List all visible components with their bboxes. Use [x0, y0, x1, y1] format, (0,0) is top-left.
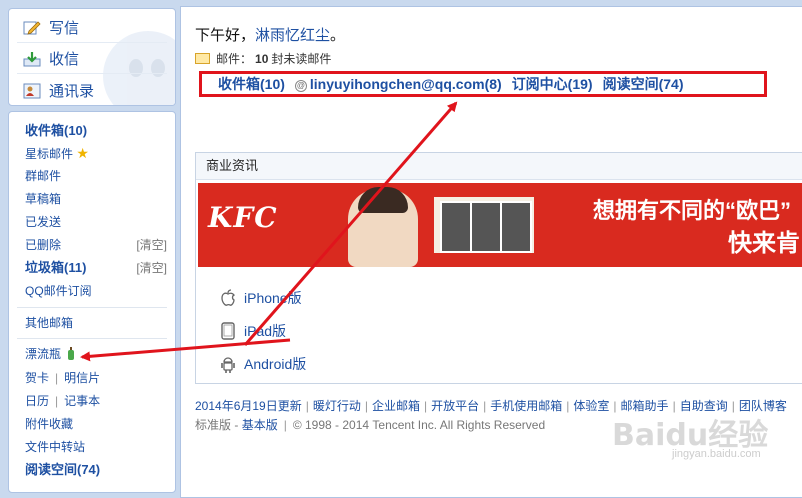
- quick-actions-panel: 写信 收信 通讯录: [8, 8, 176, 106]
- folder-account-label: linyuyihongchen@qq.com(8): [309, 76, 502, 92]
- ad-subheadline: 快来肯: [728, 230, 800, 257]
- folder-shortcuts-highlight: 收件箱(10) @ linyuyihongchen@qq.com(8) 订阅中心(…: [199, 71, 767, 97]
- footer-link[interactable]: 体验室: [573, 399, 609, 413]
- divider: [17, 42, 167, 43]
- ad-card: [500, 201, 532, 253]
- download-ipad-link[interactable]: iPad版: [220, 321, 286, 341]
- folder-nav: 收件箱(10) 星标邮件 ★ 群邮件 草稿箱 已发送 已删除 [清空] 垃圾箱(…: [8, 111, 176, 493]
- nav-attachments[interactable]: 附件收藏: [25, 414, 167, 434]
- separator: |: [55, 394, 59, 408]
- user-nickname[interactable]: 淋雨忆红尘: [255, 27, 330, 44]
- nav-subscription[interactable]: QQ邮件订阅: [25, 281, 167, 301]
- nav-greeting-card[interactable]: 贺卡: [25, 371, 49, 385]
- receive-label: 收信: [49, 51, 80, 68]
- kfc-ad-banner[interactable]: KFC 想拥有不同的“欧巴” 快来肯: [198, 183, 802, 267]
- nav-notes[interactable]: 记事本: [64, 394, 100, 408]
- clear-deleted-link[interactable]: [清空]: [136, 235, 167, 255]
- nav-card-row: 贺卡 | 明信片: [25, 368, 167, 388]
- inbox-download-icon: [23, 51, 41, 67]
- nav-group-mail[interactable]: 群邮件: [25, 166, 167, 186]
- separator: |: [364, 399, 368, 413]
- tablet-icon: [220, 322, 236, 340]
- nav-drafts[interactable]: 草稿箱: [25, 189, 167, 209]
- nav-calendar-row: 日历 | 记事本: [25, 391, 167, 411]
- nav-starred[interactable]: 星标邮件 ★: [25, 143, 167, 163]
- unread-suffix: 封未读邮件: [271, 52, 332, 66]
- nav-drift-bottle[interactable]: 漂流瓶: [25, 344, 167, 364]
- download-android-label: Android版: [244, 356, 307, 372]
- ad-person-image: [348, 187, 418, 267]
- kfc-logo: KFC: [208, 201, 278, 234]
- unread-count[interactable]: 10: [255, 52, 268, 66]
- ad-cards-image: [434, 197, 534, 253]
- divider: [17, 338, 167, 339]
- greeting: 下午好，淋雨忆红尘。: [195, 24, 345, 45]
- folder-subscription-link[interactable]: 订阅中心(19): [512, 74, 593, 94]
- footer-link[interactable]: 企业邮箱: [372, 399, 420, 413]
- business-news-panel: 商业资讯 KFC 想拥有不同的“欧巴” 快来肯 iPhone版 iPad版 An…: [195, 152, 802, 384]
- footer-link[interactable]: 暖灯行动: [313, 399, 361, 413]
- footer-link[interactable]: 手机使用邮箱: [490, 399, 562, 413]
- separator: |: [424, 399, 428, 413]
- download-iphone-label: iPhone版: [244, 290, 302, 306]
- folder-account-link[interactable]: @ linyuyihongchen@qq.com(8): [294, 76, 502, 92]
- download-ipad-label: iPad版: [244, 323, 287, 339]
- nav-file-transfer[interactable]: 文件中转站: [25, 437, 167, 457]
- contacts-label: 通讯录: [49, 83, 95, 100]
- footer-update-date[interactable]: 2014年6月19日更新: [195, 399, 302, 413]
- separator: |: [566, 399, 570, 413]
- nav-postcard[interactable]: 明信片: [64, 371, 100, 385]
- at-icon: @: [294, 80, 307, 92]
- separator: |: [483, 399, 487, 413]
- contacts-icon: [23, 83, 41, 99]
- copyright-text: © 1998 - 2014 Tencent Inc. All Rights Re…: [292, 418, 546, 432]
- standard-version-link[interactable]: 标准版: [195, 418, 231, 432]
- ad-card: [470, 201, 502, 253]
- download-iphone-link[interactable]: iPhone版: [220, 288, 302, 308]
- nav-spam[interactable]: 垃圾箱(11) [清空]: [25, 258, 167, 278]
- business-news-title: 商业资讯: [196, 153, 802, 180]
- footer-link[interactable]: 开放平台: [431, 399, 479, 413]
- ad-headline: 想拥有不同的“欧巴”: [593, 198, 792, 223]
- bottle-icon: [64, 347, 75, 361]
- nav-deleted[interactable]: 已删除 [清空]: [25, 235, 167, 255]
- folder-reading-link[interactable]: 阅读空间(74): [603, 74, 684, 94]
- basic-version-link[interactable]: 基本版: [242, 418, 278, 432]
- nav-reading-space[interactable]: 阅读空间(74): [25, 460, 167, 480]
- android-icon: [220, 355, 236, 373]
- pencil-icon: [23, 20, 41, 36]
- download-android-link[interactable]: Android版: [220, 354, 306, 374]
- nav-other-mailbox[interactable]: 其他邮箱: [25, 313, 167, 333]
- clear-spam-link[interactable]: [清空]: [136, 258, 167, 278]
- receive-button[interactable]: 收信: [23, 48, 79, 69]
- nav-inbox[interactable]: 收件箱(10): [25, 121, 167, 141]
- separator: |: [283, 418, 287, 432]
- unread-status: 邮件： 10 封未读邮件: [195, 50, 331, 67]
- compose-button[interactable]: 写信: [23, 17, 79, 38]
- star-icon: ★: [76, 145, 89, 161]
- greeting-prefix: 下午好，: [195, 27, 256, 44]
- nav-calendar[interactable]: 日历: [25, 394, 49, 408]
- separator: |: [55, 371, 59, 385]
- nav-drift-bottle-label: 漂流瓶: [25, 347, 62, 361]
- footer-copyright-row: 标准版 - 基本版 | © 1998 - 2014 Tencent Inc. All…: [195, 418, 546, 432]
- greeting-suffix: 。: [330, 27, 346, 44]
- contacts-button[interactable]: 通讯录: [23, 80, 94, 101]
- apple-icon: [220, 289, 236, 307]
- ad-card: [440, 201, 472, 253]
- nav-starred-label: 星标邮件: [25, 147, 74, 161]
- baidu-watermark-url: jingyan.baidu.com: [672, 448, 761, 460]
- envelope-icon: [195, 53, 210, 64]
- divider: [17, 73, 167, 74]
- divider: [17, 307, 167, 308]
- nav-deleted-label: 已删除: [25, 238, 62, 252]
- nav-spam-label: 垃圾箱(11): [25, 260, 87, 275]
- nav-sent[interactable]: 已发送: [25, 212, 167, 232]
- unread-label: 邮件：: [216, 52, 253, 66]
- folder-inbox-link[interactable]: 收件箱(10): [218, 74, 285, 94]
- separator: |: [305, 399, 309, 413]
- compose-label: 写信: [49, 20, 80, 37]
